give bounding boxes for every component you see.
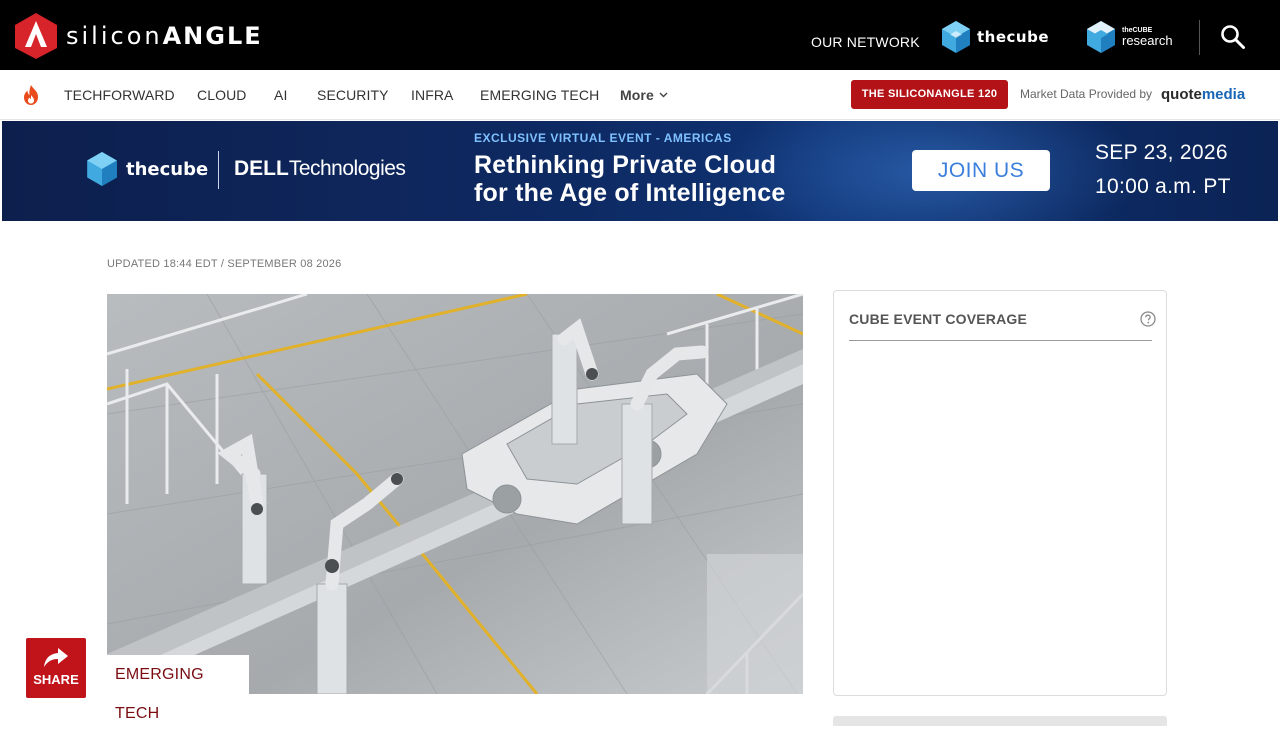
nav-item-ai[interactable]: AI	[274, 87, 287, 103]
article-hero-image	[107, 294, 803, 694]
nav-item-cloud[interactable]: CLOUD	[197, 87, 247, 103]
sidebar-divider	[849, 340, 1152, 341]
nav-more-dropdown[interactable]: More	[620, 87, 668, 103]
banner-eyebrow: EXCLUSIVE VIRTUAL EVENT - AMERICAS	[474, 131, 732, 145]
event-banner-ad[interactable]: thecube DELLTechnologies EXCLUSIVE VIRTU…	[2, 121, 1278, 221]
trending-flame-icon[interactable]	[22, 84, 40, 106]
quotemedia-logo[interactable]: quotemedia	[1161, 86, 1245, 103]
sidebar-next-widget	[833, 716, 1167, 726]
robotic-car-assembly-illustration	[107, 294, 803, 694]
chevron-down-icon	[659, 92, 668, 98]
banner-event-time: 10:00 a.m. PT	[1095, 175, 1231, 198]
research-text: theCUBE research	[1122, 27, 1173, 48]
siliconangle-120-button[interactable]: THE SILICONANGLE 120	[851, 80, 1008, 109]
market-data-label: Market Data Provided by	[1020, 87, 1153, 101]
our-network-link[interactable]: OUR NETWORK	[811, 34, 920, 50]
banner-cube-icon	[87, 152, 117, 186]
banner-title: Rethinking Private Cloud for the Age of …	[474, 151, 786, 207]
banner-thecube-logo: thecube	[86, 151, 208, 187]
article-category-tag[interactable]: EMERGING TECH	[107, 655, 249, 722]
nav-item-security[interactable]: SECURITY	[317, 87, 389, 103]
cube-event-coverage-widget: CUBE EVENT COVERAGE	[833, 290, 1167, 696]
nav-item-techforward[interactable]: TECHFORWARD	[64, 87, 175, 103]
top-bar: siliconANGLE OUR NETWORK thecube theCUBE…	[0, 0, 1280, 70]
banner-event-date: SEP 23, 2026	[1095, 141, 1228, 164]
search-icon[interactable]	[1220, 24, 1246, 50]
share-button[interactable]: SHARE	[26, 638, 86, 698]
siliconangle-logo-icon	[15, 13, 57, 59]
article-updated-timestamp: UPDATED 18:44 EDT / SEPTEMBER 08 2026	[107, 258, 342, 270]
thecube-link[interactable]: thecube	[941, 20, 1049, 54]
banner-logo-divider	[218, 151, 219, 189]
dell-technologies-logo: DELLTechnologies	[234, 157, 406, 180]
siliconangle-logo[interactable]: siliconANGLE	[14, 12, 263, 60]
nav-bar: TECHFORWARD CLOUD AI SECURITY INFRA EMER…	[0, 70, 1280, 120]
cube-icon	[942, 21, 970, 53]
help-icon[interactable]	[1140, 311, 1156, 327]
logo-text: siliconANGLE	[66, 22, 263, 50]
thecube-label: thecube	[977, 28, 1050, 46]
join-us-button[interactable]: JOIN US	[912, 150, 1050, 191]
nav-item-infra[interactable]: INFRA	[411, 87, 454, 103]
research-cube-icon	[1087, 21, 1115, 53]
share-label: SHARE	[33, 672, 79, 687]
nav-more-label: More	[620, 87, 654, 103]
share-arrow-icon	[44, 648, 68, 667]
header-divider	[1199, 20, 1200, 55]
nav-item-emerging-tech[interactable]: EMERGING TECH	[480, 87, 599, 103]
thecube-research-link[interactable]: theCUBE research	[1086, 20, 1173, 54]
sidebar-title: CUBE EVENT COVERAGE	[849, 311, 1028, 327]
banner-cube-label: thecube	[126, 158, 209, 180]
